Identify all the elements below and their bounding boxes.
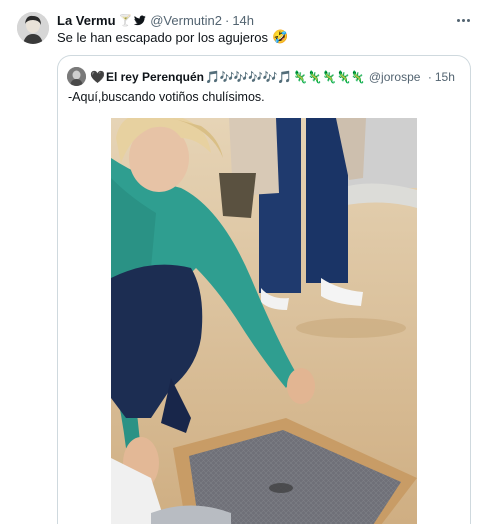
more-icon xyxy=(456,18,460,22)
laughing-emoji: 🤣 xyxy=(272,29,289,44)
avatar[interactable] xyxy=(17,12,49,44)
quote-header: 🖤 El rey Perenquén 🎵🎶🎶🎶🎶🎵 🦎🦎🦎🦎🦎 @jorospe… xyxy=(90,67,462,86)
tweet-text-body: Se le han escapado por los agujeros xyxy=(57,29,269,45)
author-name[interactable]: La Vermu xyxy=(57,13,116,28)
tweet-header: La Vermu 🍸 @Vermutin2 · 14h xyxy=(57,11,254,29)
avatar-image xyxy=(17,12,49,44)
quote-text: -Aquí,buscando votiños chulísimos. xyxy=(68,90,265,104)
black-heart-emoji: 🖤 xyxy=(90,69,105,84)
quote-avatar-image xyxy=(67,67,86,86)
quote-photo[interactable] xyxy=(111,118,417,524)
quote-separator-dot: · xyxy=(427,69,432,84)
quote-author-handle[interactable]: @jorospe xyxy=(369,70,425,84)
timestamp[interactable]: 14h xyxy=(232,13,254,28)
author-handle[interactable]: @Vermutin2 xyxy=(150,13,222,28)
separator-dot: · xyxy=(224,12,230,28)
more-button[interactable] xyxy=(452,10,474,30)
tweet[interactable]: La Vermu 🍸 @Vermutin2 · 14h Se le han es… xyxy=(0,0,492,524)
cocktail-emoji: 🍸 xyxy=(118,14,133,27)
tweet-text: Se le han escapado por los agujeros 🤣 xyxy=(57,29,288,45)
lizard-emojis: 🦎🦎🦎🦎🦎 xyxy=(292,69,366,84)
quote-author-name[interactable]: El rey Perenquén xyxy=(106,70,204,84)
twitter-bird-icon xyxy=(134,15,147,25)
quoted-tweet[interactable]: 🖤 El rey Perenquén 🎵🎶🎶🎶🎶🎵 🦎🦎🦎🦎🦎 @jorospe… xyxy=(57,55,471,524)
quote-timestamp[interactable]: 15h xyxy=(435,70,455,84)
photo-woman-sifting-sand xyxy=(111,118,417,524)
music-notes-emojis: 🎵🎶🎶🎶🎶🎵 xyxy=(205,69,292,84)
quote-avatar[interactable] xyxy=(67,67,86,86)
